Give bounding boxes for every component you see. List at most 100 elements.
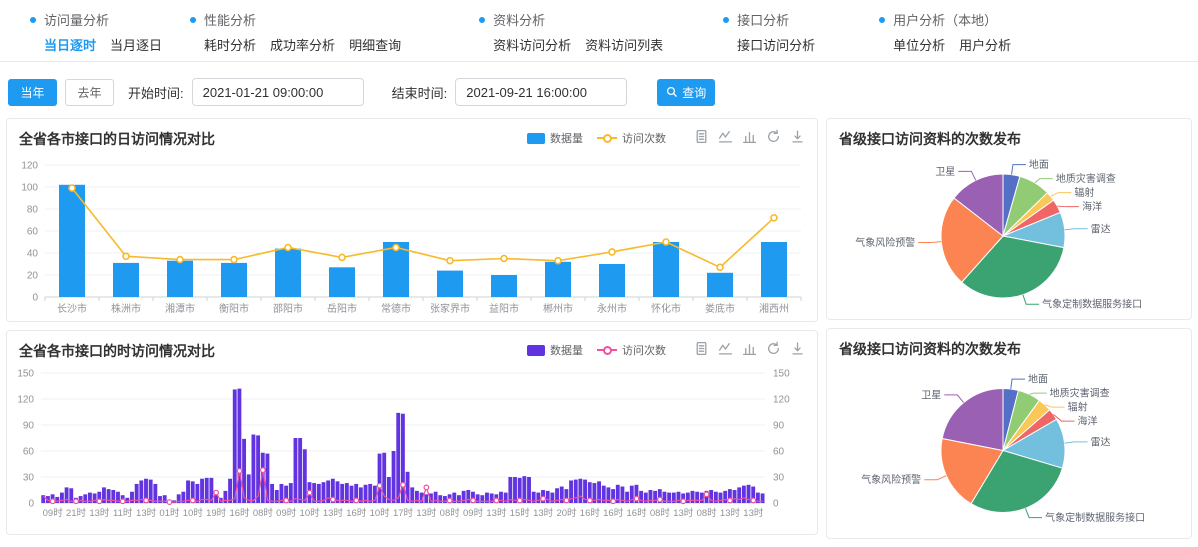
bar[interactable] [125,498,129,503]
bar[interactable] [303,449,307,503]
bar[interactable] [158,496,162,503]
bar[interactable] [396,413,400,503]
bar[interactable] [719,493,723,503]
bar[interactable] [186,480,190,503]
bar[interactable] [270,484,274,503]
bar[interactable] [113,263,139,297]
last-year-button[interactable]: 去年 [65,79,114,106]
bar[interactable] [79,496,83,503]
line-point[interactable] [167,500,172,505]
line-point[interactable] [555,258,561,264]
legend-item-data-volume[interactable]: 数据量 [527,130,583,146]
bar[interactable] [437,271,463,297]
legend-item-visit-count[interactable]: 访问次数 [597,130,666,146]
bar[interactable] [392,451,396,503]
line-point[interactable] [177,257,183,263]
line-point[interactable] [609,249,615,255]
bar[interactable] [466,490,470,503]
start-time-input[interactable] [192,78,364,106]
bar[interactable] [326,480,330,503]
bar[interactable] [737,487,741,503]
switch-line-chart-icon[interactable] [718,129,733,144]
bar[interactable] [221,263,247,297]
line-point[interactable] [658,497,663,502]
bar[interactable] [275,249,301,297]
bar[interactable] [93,493,97,503]
bar[interactable] [723,491,727,503]
line-point[interactable] [331,497,336,502]
bar[interactable] [686,493,690,503]
bar[interactable] [599,264,625,297]
line-point[interactable] [231,257,237,263]
bar[interactable] [60,493,64,503]
line-point[interactable] [447,498,452,503]
line-point[interactable] [681,499,686,504]
line-point[interactable] [611,499,616,504]
line-point[interactable] [541,496,546,501]
bar[interactable] [153,484,157,503]
line-point[interactable] [704,492,709,497]
line-point[interactable] [144,498,149,503]
legend-item-data-volume[interactable]: 数据量 [527,342,583,358]
line-point[interactable] [588,498,593,503]
bar[interactable] [578,479,582,503]
nav-item[interactable]: 单位分析 [893,38,945,53]
bar[interactable] [149,480,153,503]
line-point[interactable] [69,185,75,191]
line-point[interactable] [307,490,312,495]
bar[interactable] [513,477,517,503]
bar[interactable] [443,496,447,503]
query-button[interactable]: 查询 [657,79,715,106]
line-point[interactable] [663,239,669,245]
line-point[interactable] [261,468,266,473]
line-point[interactable] [339,254,345,260]
line-point[interactable] [728,498,733,503]
restore-icon[interactable] [766,129,781,144]
bar[interactable] [695,492,699,503]
nav-item[interactable]: 成功率分析 [270,38,335,53]
bar[interactable] [733,490,737,503]
line-point[interactable] [517,498,522,503]
line-point[interactable] [424,485,429,490]
nav-item[interactable]: 当日逐时 [44,38,96,53]
bar[interactable] [527,477,531,503]
bar[interactable] [707,273,733,297]
line-point[interactable] [717,264,723,270]
bar[interactable] [298,438,302,503]
line-point[interactable] [501,256,507,262]
data-view-icon[interactable] [694,341,709,356]
line-point[interactable] [377,483,382,488]
line-point[interactable] [471,498,476,503]
bar[interactable] [545,262,571,297]
line-point[interactable] [191,498,196,503]
bar[interactable] [546,491,550,503]
line-point[interactable] [284,498,289,503]
line-point[interactable] [285,245,291,251]
legend-item-visit-count[interactable]: 访问次数 [597,342,666,358]
bar[interactable] [294,438,298,503]
bar[interactable] [242,439,246,503]
bar[interactable] [742,486,746,503]
bar[interactable] [256,435,260,503]
save-image-icon[interactable] [790,129,805,144]
bar[interactable] [251,435,255,503]
line-point[interactable] [120,499,125,504]
save-image-icon[interactable] [790,341,805,356]
bar[interactable] [574,480,578,503]
line-point[interactable] [401,483,406,488]
bar[interactable] [653,491,657,503]
switch-bar-chart-icon[interactable] [742,341,757,356]
bar[interactable] [247,474,251,503]
this-year-button[interactable]: 当年 [8,79,57,106]
nav-item[interactable]: 耗时分析 [204,38,256,53]
line-point[interactable] [634,496,639,501]
line-point[interactable] [50,499,55,504]
bar[interactable] [317,484,321,503]
line-point[interactable] [123,253,129,259]
bar[interactable] [329,267,355,297]
switch-bar-chart-icon[interactable] [742,129,757,144]
line-point[interactable] [214,490,219,495]
bar[interactable] [536,493,540,503]
restore-icon[interactable] [766,341,781,356]
bar[interactable] [424,494,428,503]
